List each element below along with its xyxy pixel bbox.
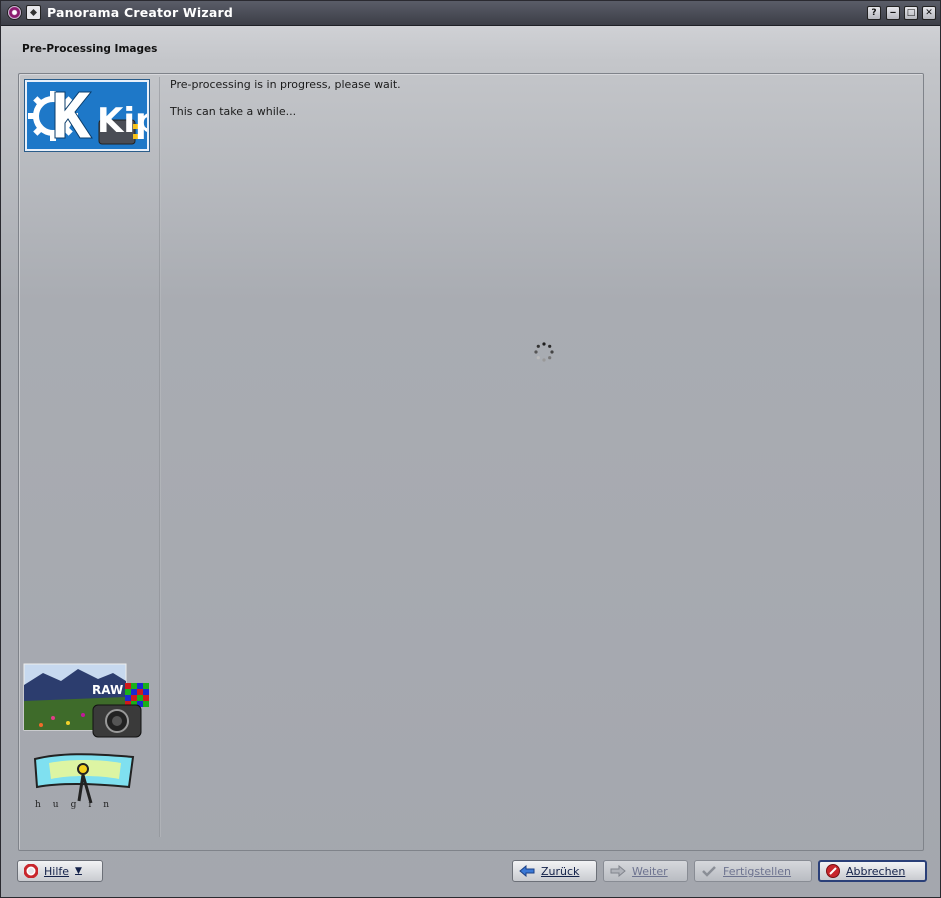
wizard-window: Panorama Creator Wizard ? ‒ □ ✕ Pre-Proc… — [0, 0, 941, 898]
help-dropdown-button[interactable]: Hilfe ▼ — [17, 860, 103, 882]
context-help-button[interactable]: ? — [867, 6, 881, 20]
sidebar-divider — [159, 77, 161, 837]
kipi-logo: Kipi — [24, 79, 150, 152]
busy-spinner-icon — [534, 342, 554, 362]
svg-text:hugin: hugin — [35, 800, 121, 810]
checkmark-icon — [702, 866, 716, 877]
content-frame — [18, 73, 924, 851]
cancel-label: Abbrechen — [846, 864, 906, 878]
help-label: Hilfe — [44, 864, 70, 878]
cancel-button[interactable]: Abbrechen — [818, 860, 927, 882]
window-title: Panorama Creator Wizard — [47, 5, 233, 20]
wait-message: This can take a while... — [170, 105, 297, 118]
hugin-logo: hugin — [33, 753, 135, 810]
app-eye-icon[interactable] — [7, 5, 22, 20]
finish-label: Fertigstellen — [723, 864, 792, 878]
maximize-button[interactable]: □ — [904, 6, 918, 20]
next-button[interactable]: Weiter — [603, 860, 688, 882]
back-button[interactable]: Zurück — [512, 860, 597, 882]
cancel-stop-icon — [826, 864, 840, 878]
minimize-button[interactable]: ‒ — [886, 6, 900, 20]
arrow-left-icon — [519, 865, 535, 877]
chevron-down-icon: ▼ — [75, 866, 82, 876]
title-bar[interactable]: Panorama Creator Wizard ? ‒ □ ✕ — [1, 1, 940, 26]
kipi-logo-text: Kipi — [97, 101, 147, 141]
next-label: Weiter — [632, 864, 668, 878]
back-label: Zurück — [541, 864, 580, 878]
page-title: Pre-Processing Images — [22, 43, 158, 55]
close-button[interactable]: ✕ — [922, 6, 936, 20]
raw-converter-logo: RAW — [23, 663, 149, 738]
window-menu-icon[interactable] — [26, 5, 41, 20]
progress-message: Pre-processing is in progress, please wa… — [170, 78, 401, 91]
arrow-right-icon — [610, 865, 626, 877]
help-lifebuoy-icon — [24, 864, 38, 878]
finish-button[interactable]: Fertigstellen — [694, 860, 812, 882]
raw-label: RAW — [92, 683, 123, 697]
